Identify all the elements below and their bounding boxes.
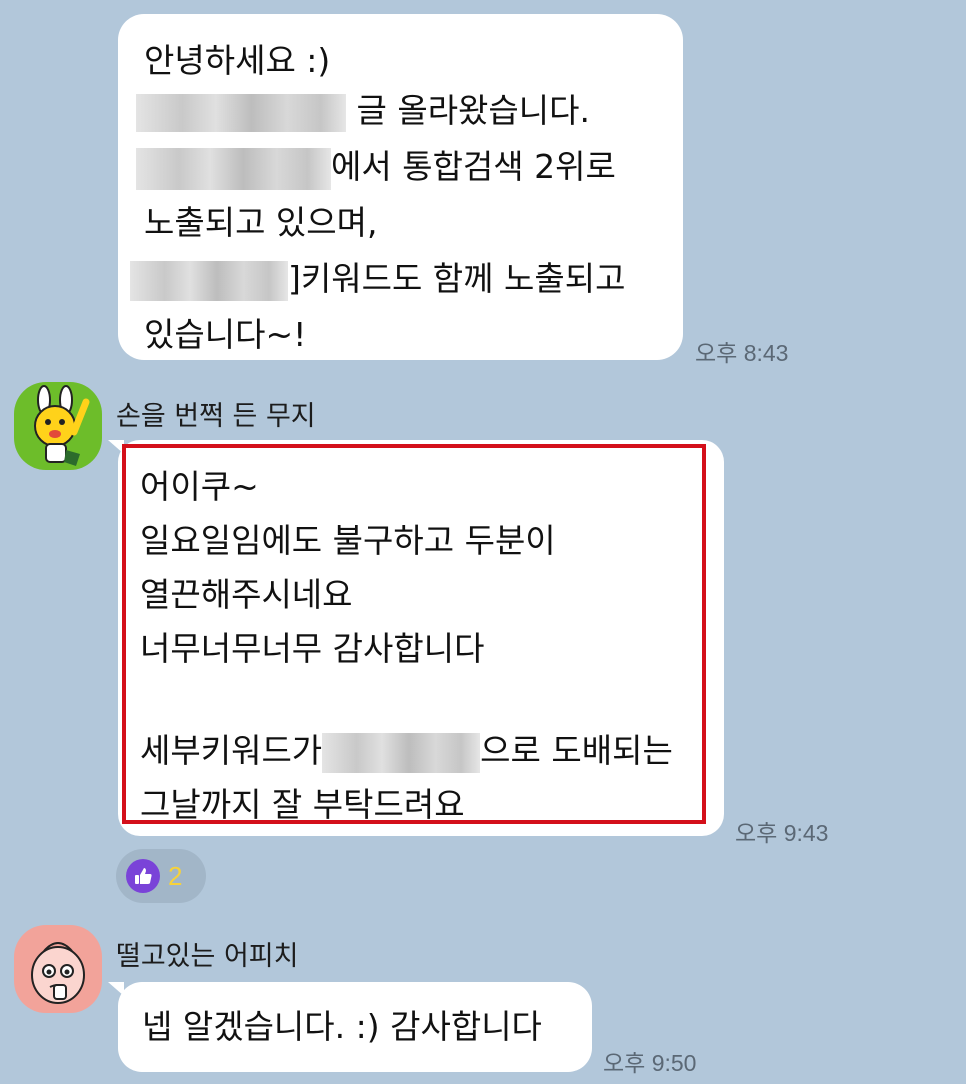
reaction-badge[interactable]: 2 [116, 849, 206, 903]
message-line: 있습니다~! [144, 315, 307, 354]
message-line: 안녕하세요 :) [144, 41, 331, 80]
blurred-text [130, 260, 288, 301]
thumbs-up-icon [126, 859, 160, 893]
blurred-text [136, 147, 331, 190]
avatar[interactable] [14, 925, 102, 1013]
message-bubble[interactable]: 넵 알겠습니다. :) 감사합니다 [118, 982, 592, 1072]
apeach-avatar-icon [14, 925, 102, 1013]
reaction-count: 2 [168, 860, 183, 891]
message-bubble[interactable]: 안녕하세요 :) 글 올라왔습니다. 에서 통합검색 2위로 노출되고 있으며,… [118, 14, 683, 360]
message-line: 그날까지 잘 부탁드려요 [140, 785, 465, 824]
message-time: 오후 9:43 [735, 820, 829, 846]
sender-name: 떨고있는 어피치 [116, 941, 299, 972]
message-line: 세부키워드가 으로 도배되는 [140, 726, 673, 776]
sender-name: 손을 번쩍 든 무지 [116, 401, 316, 432]
message-line: ]키워드도 함께 노출되고 [130, 254, 683, 304]
message-time: 오후 8:43 [695, 340, 789, 366]
message-line: 넵 알겠습니다. :) 감사합니다 [142, 1007, 542, 1046]
muzi-avatar-icon [14, 382, 102, 470]
message-line: 글 올라왔습니다. [136, 86, 683, 136]
message-line: 일요일임에도 불구하고 두분이 [140, 521, 556, 560]
message-bubble[interactable]: 어이쿠~ 일요일임에도 불구하고 두분이 열끈해주시네요 너무너무너무 감사합니… [118, 440, 724, 836]
blurred-text [322, 732, 481, 773]
message-line: 열끈해주시네요 [140, 575, 353, 614]
message-line: 어이쿠~ [140, 467, 259, 506]
message-time: 오후 9:50 [603, 1050, 697, 1076]
message-line: 너무너무너무 감사합니다 [140, 629, 485, 668]
avatar[interactable] [14, 382, 102, 470]
message-line: 에서 통합검색 2위로 [136, 142, 683, 192]
message-line: 노출되고 있으며, [144, 203, 378, 242]
blurred-text [136, 93, 346, 132]
